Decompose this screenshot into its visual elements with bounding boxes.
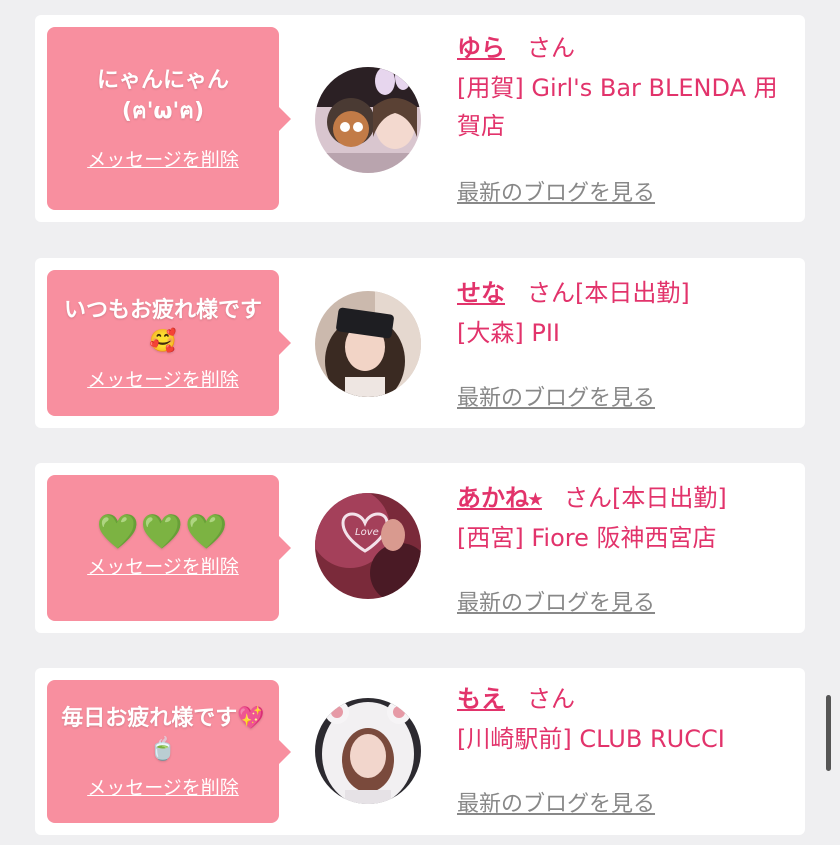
profile-photo	[315, 698, 421, 804]
honorific: さん	[527, 34, 575, 62]
message-bubble: 毎日お疲れ様です💖🍵 メッセージを削除	[47, 680, 291, 823]
favorite-card: 毎日お疲れ様です💖🍵 メッセージを削除 もえ さん [川崎駅前] CLUB RUC…	[35, 668, 805, 835]
avatar[interactable]	[315, 67, 421, 173]
cast-name-link[interactable]: せな	[457, 279, 505, 307]
cast-name-link[interactable]: もえ	[457, 685, 505, 713]
latest-blog-link[interactable]: 最新のブログを見る	[457, 585, 655, 617]
cast-info: ゆら さん [用賀] Girl's Bar BLENDA 用賀店	[457, 33, 795, 145]
avatar[interactable]	[315, 698, 421, 804]
delete-message-link[interactable]: メッセージを削除	[87, 773, 239, 800]
avatar[interactable]: Love	[315, 493, 421, 599]
status-tag: [本日出勤]	[611, 484, 727, 512]
shop-name: [用賀] Girl's Bar BLENDA 用賀店	[457, 74, 778, 140]
avatar[interactable]	[315, 291, 421, 397]
cast-name-link[interactable]: ゆら	[457, 34, 505, 62]
honorific: さん	[563, 484, 612, 512]
shop-name: [大森] PII	[457, 319, 560, 347]
delete-message-link[interactable]: メッセージを削除	[87, 145, 239, 172]
profile-photo	[315, 67, 421, 173]
message-bubble: にゃんにゃん(ฅ'ω'ฅ) メッセージを削除	[47, 27, 291, 210]
message-bubble: いつもお疲れ様です🥰 メッセージを削除	[47, 270, 291, 416]
delete-message-link[interactable]: メッセージを削除	[87, 552, 239, 579]
favorite-card: にゃんにゃん(ฅ'ω'ฅ) メッセージを削除 ゆら さん [用賀] Girl's …	[35, 15, 805, 222]
cast-info: せな さん[本日出勤] [大森] PII	[457, 278, 795, 352]
cast-info: もえ さん [川崎駅前] CLUB RUCCI	[457, 684, 795, 758]
cast-info: あかね⭑ さん[本日出勤] [西宮] Fiore 阪神西宮店	[457, 483, 795, 557]
message-text: いつもお疲れ様です🥰	[63, 297, 262, 354]
scrollbar[interactable]	[826, 695, 831, 771]
message-bubble: 💚💚💚 メッセージを削除	[47, 475, 291, 621]
message-text: 💚💚💚	[96, 512, 230, 552]
honorific: さん	[527, 279, 575, 307]
cast-name-link[interactable]: あかね⭑	[457, 484, 542, 512]
shop-name: [西宮] Fiore 阪神西宮店	[457, 524, 717, 552]
shop-name: [川崎駅前] CLUB RUCCI	[457, 725, 725, 753]
honorific: さん	[527, 685, 575, 713]
profile-photo	[315, 291, 421, 397]
svg-text:Love: Love	[355, 527, 379, 538]
latest-blog-link[interactable]: 最新のブログを見る	[457, 175, 655, 207]
latest-blog-link[interactable]: 最新のブログを見る	[457, 380, 655, 412]
status-tag: [本日出勤]	[575, 279, 690, 307]
profile-photo: Love	[315, 493, 421, 599]
favorite-card: いつもお疲れ様です🥰 メッセージを削除 せな さん[本日出勤] [大森] PII …	[35, 258, 805, 428]
message-text: にゃんにゃん(ฅ'ω'ฅ)	[96, 68, 229, 124]
latest-blog-link[interactable]: 最新のブログを見る	[457, 786, 655, 818]
favorite-card: 💚💚💚 メッセージを削除 Love あかね⭑ さん[本日出勤] [西宮] Fior…	[35, 463, 805, 633]
delete-message-link[interactable]: メッセージを削除	[87, 365, 239, 392]
message-text: 毎日お疲れ様です💖🍵	[61, 706, 265, 762]
